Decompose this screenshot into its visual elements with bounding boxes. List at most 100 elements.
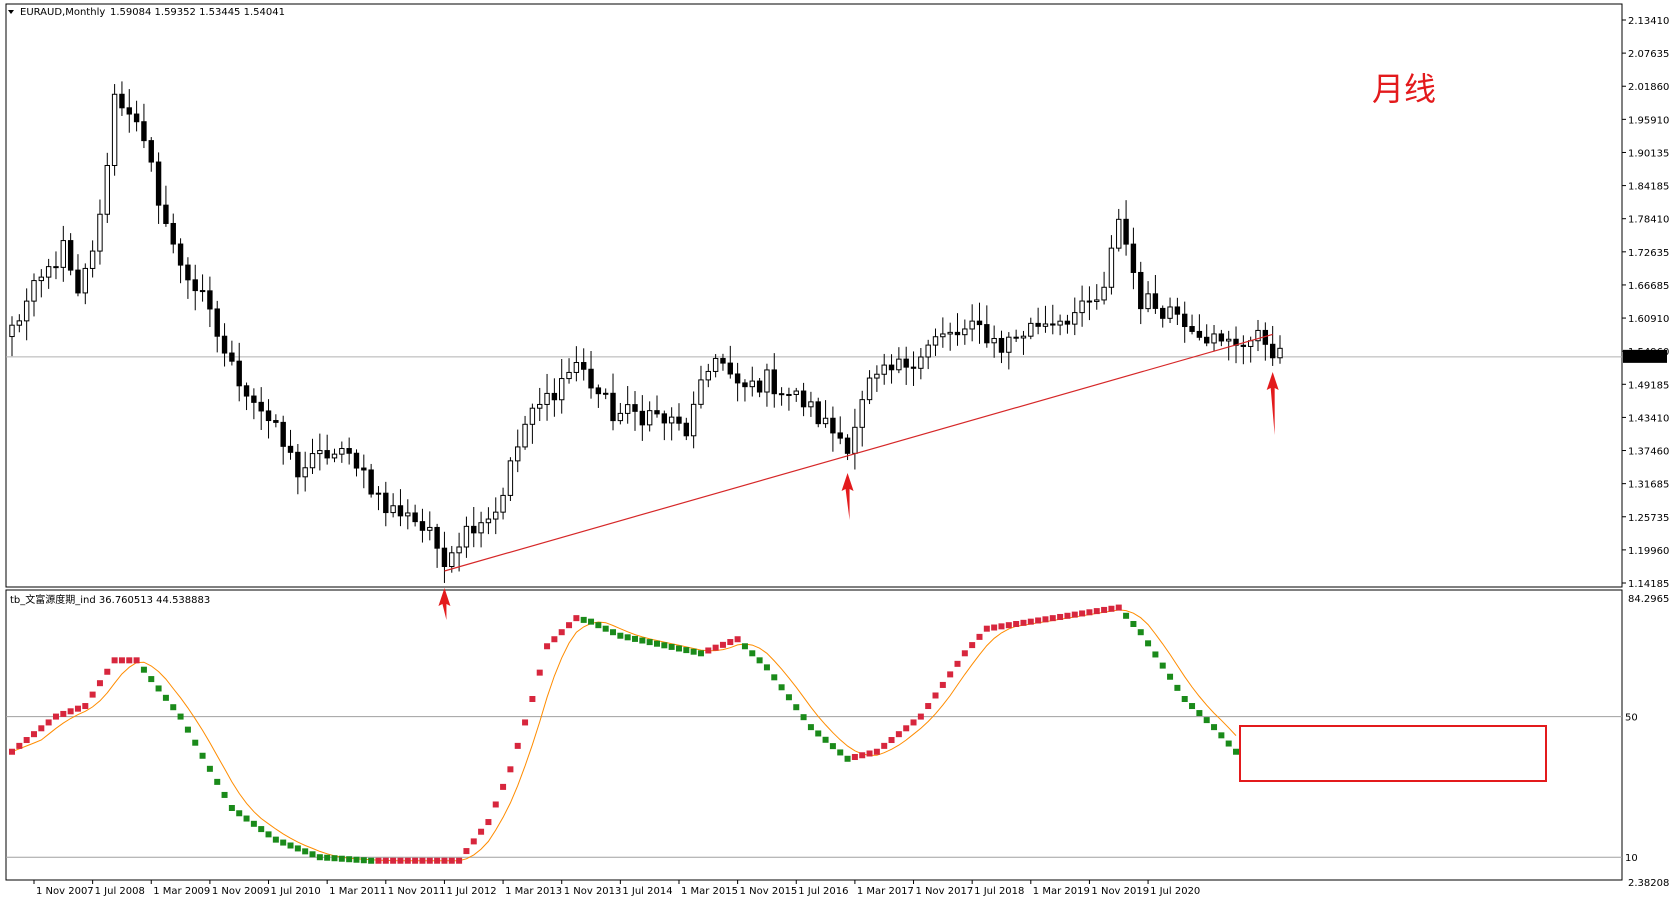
candle-body: [265, 410, 272, 422]
indicator-dot: [1064, 612, 1071, 619]
candle-body: [280, 421, 286, 447]
indicator-dot: [536, 669, 543, 676]
candle-body: [177, 243, 184, 266]
indicator-dot: [903, 725, 910, 732]
indicator-signal-line: [11, 609, 1237, 862]
candle-body: [1108, 247, 1115, 288]
candle-body: [148, 140, 154, 163]
candle-body: [566, 371, 572, 380]
indicator-dot: [82, 703, 89, 710]
indicator-dot: [184, 726, 191, 733]
candle-body: [551, 392, 558, 401]
candle-body: [229, 352, 235, 362]
indicator-dot: [844, 755, 851, 762]
indicator-dot: [910, 719, 917, 726]
indicator-dot: [771, 674, 778, 681]
candle-body: [646, 410, 653, 426]
indicator-dot: [837, 749, 844, 756]
indicator-dot: [1086, 609, 1093, 616]
indicator-dot: [500, 783, 507, 790]
red-arrow: [438, 588, 451, 620]
candle-body: [163, 204, 169, 224]
indicator-dot: [947, 671, 954, 678]
candle-body: [529, 407, 536, 425]
indicator-dot: [258, 826, 265, 833]
candle-body: [1160, 307, 1166, 319]
candle-body: [207, 290, 213, 310]
indicator-dot: [74, 705, 81, 712]
candle-body: [287, 445, 294, 453]
indicator-dot: [236, 810, 243, 817]
indicator-dot: [316, 854, 323, 861]
candle-body: [1152, 293, 1159, 309]
indicator-dot: [1042, 616, 1049, 623]
indicator-dot: [67, 708, 74, 715]
y-tick-label: 1.66685: [1628, 281, 1669, 292]
candle-body: [705, 370, 711, 381]
indicator-dot: [214, 778, 221, 785]
candle-body: [331, 453, 338, 459]
indicator-dot: [1159, 662, 1166, 669]
indicator-dot: [382, 857, 389, 864]
candle-body: [808, 401, 814, 408]
y-tick-label: 2.01860: [1628, 82, 1669, 93]
x-tick-label: 1 Mar 2017: [857, 886, 914, 897]
x-tick-label: 1 Jul 2008: [95, 886, 145, 897]
indicator-dot: [441, 857, 448, 864]
candle-body: [800, 390, 807, 408]
candle-body: [969, 320, 975, 330]
candle-body: [1277, 347, 1283, 359]
candle-body: [1013, 336, 1019, 339]
header-triangle-icon[interactable]: [8, 10, 14, 14]
indicator-dot: [375, 857, 382, 864]
candle-body: [962, 328, 968, 336]
indicator-dot: [485, 819, 492, 826]
indicator-dot: [243, 815, 250, 822]
x-tick-label: 1 Nov 2011: [388, 886, 446, 897]
indicator-dot: [675, 645, 682, 652]
candle-body: [925, 344, 931, 358]
candle-body: [1204, 336, 1210, 344]
y-tick-label: 1.19960: [1628, 546, 1669, 557]
indicator-dot: [1181, 696, 1188, 703]
indicator-dot: [969, 642, 976, 649]
indicator-dot: [1027, 618, 1034, 625]
y-tick-label: 1.31685: [1628, 480, 1669, 491]
y-tick-label: 1.25735: [1628, 513, 1669, 524]
indicator-dot: [639, 637, 646, 644]
candle-body: [602, 392, 609, 395]
candle-body: [1057, 320, 1063, 326]
indicator-dot: [1137, 629, 1144, 636]
indicator-dot: [1174, 684, 1181, 691]
indicator-dot: [448, 857, 455, 864]
candle-body: [353, 452, 360, 469]
candle-body: [1130, 243, 1137, 273]
indicator-dot: [961, 650, 968, 657]
x-tick-label: 1 Mar 2013: [505, 886, 562, 897]
candle-body: [742, 382, 748, 388]
indicator-dot: [192, 739, 199, 746]
indicator-dot: [815, 730, 822, 737]
candle-body: [273, 420, 279, 423]
indicator-dot: [45, 719, 52, 726]
candle-body: [764, 369, 770, 393]
indicator-dot: [683, 647, 690, 654]
candle-body: [1086, 300, 1093, 303]
indicator-dot: [800, 714, 807, 721]
candle-body: [478, 522, 484, 534]
indicator-dot: [529, 696, 536, 703]
candle-body: [852, 426, 858, 454]
x-tick-label: 1 Jul 2020: [1150, 886, 1200, 897]
indicator-dot: [1115, 604, 1122, 611]
indicator-panel-border: [5, 589, 1623, 881]
candle-body: [1006, 336, 1012, 353]
indicator-dot: [602, 625, 609, 632]
indicator-dot: [653, 640, 660, 647]
candle-body: [1101, 286, 1107, 301]
candle-body: [822, 417, 829, 425]
candle-body: [991, 337, 997, 344]
candle-body: [295, 451, 301, 478]
indicator-dot: [426, 857, 433, 864]
indicator-dot: [104, 668, 111, 675]
candle-body: [419, 521, 426, 531]
